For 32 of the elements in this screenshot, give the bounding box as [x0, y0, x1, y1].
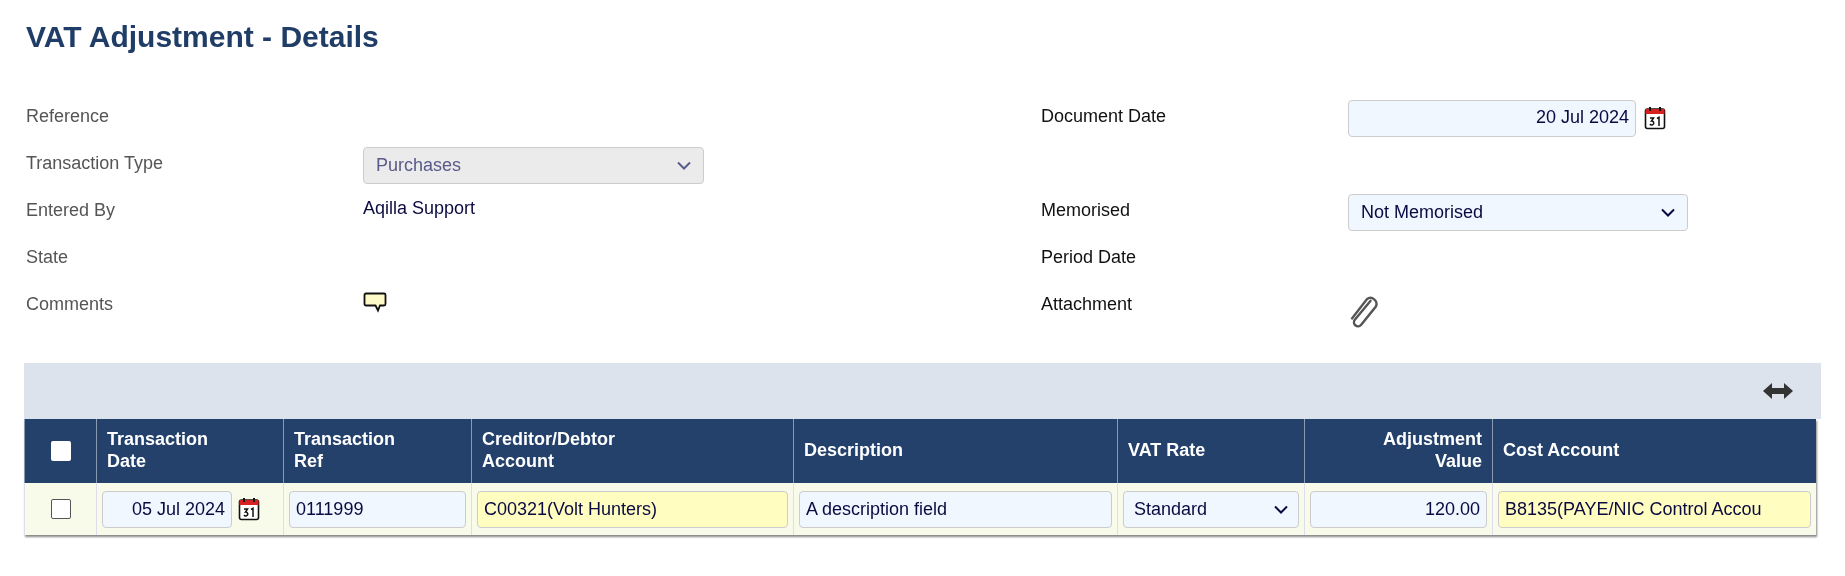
field-label: Memorised [1041, 200, 1131, 220]
date-field[interactable]: 20 Jul 2024 [1348, 100, 1636, 137]
field-label: Transaction Type [26, 153, 164, 173]
field-label: Reference [26, 106, 110, 126]
select-all-checkbox[interactable] [50, 441, 71, 461]
calendar-icon[interactable] [238, 497, 260, 521]
field-label: Comments [26, 294, 114, 314]
field-label: State [26, 247, 69, 267]
caret-icon [677, 161, 691, 170]
calendar-icon[interactable] [1644, 106, 1666, 130]
dropdown[interactable]: Standard [1123, 490, 1299, 528]
field-label: Document Date [1041, 106, 1167, 126]
field-label: Entered By [26, 200, 116, 220]
column-header[interactable]: Description [804, 440, 904, 462]
field-label: Attachment [1041, 294, 1133, 314]
row-checkbox[interactable] [50, 499, 71, 519]
page-title: VAT Adjustment - Details [25, 19, 380, 55]
amount-field[interactable]: 120.00 [1310, 490, 1487, 528]
field-label: Period Date [1041, 247, 1137, 267]
dropdown[interactable]: Not Memorised [1348, 194, 1688, 231]
lookup-field[interactable]: B8135(PAYE/NIC Control Accou [1498, 490, 1811, 528]
input-field[interactable]: A description field [799, 490, 1112, 528]
resize-arrows-icon[interactable] [1761, 381, 1795, 401]
column-header[interactable]: VAT Rate [1128, 440, 1206, 462]
caret-icon [1274, 504, 1288, 514]
lookup-field[interactable]: C00321(Volt Hunters) [477, 490, 788, 528]
caret-icon [1661, 208, 1675, 217]
speech-bubble-icon[interactable] [363, 292, 387, 314]
column-header[interactable]: Cost Account [1503, 440, 1620, 462]
input-field[interactable]: 0111999 [289, 490, 466, 528]
entered-by-value: Aqilla Support [363, 197, 476, 219]
date-field[interactable]: 05 Jul 2024 [102, 490, 232, 528]
